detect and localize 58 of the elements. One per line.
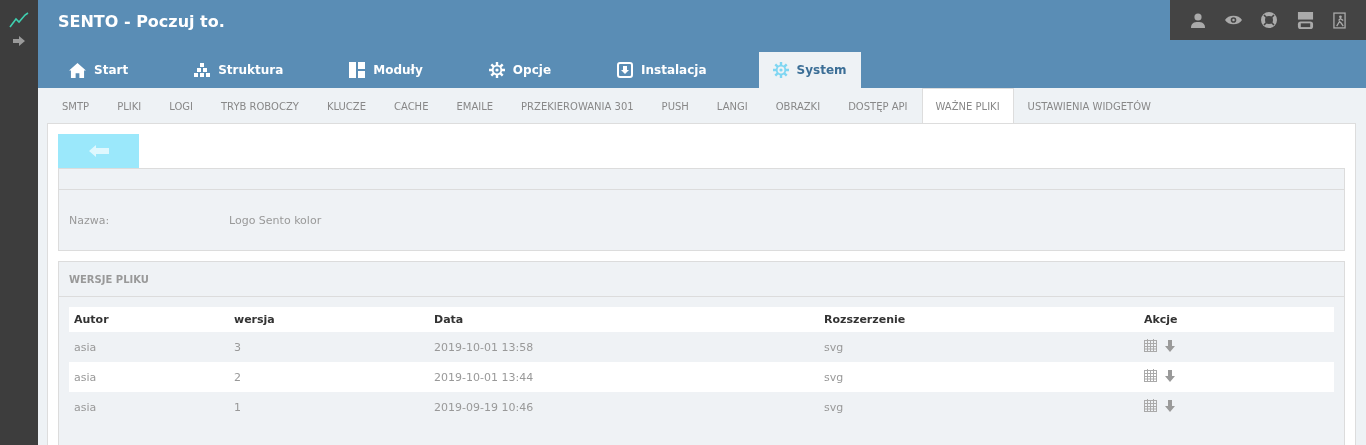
tab[interactable]: EMAILE — [442, 88, 508, 123]
arrow-left-icon — [88, 145, 109, 157]
column-header: Rozszerzenie — [819, 307, 1139, 332]
tab[interactable]: OBRAZKI — [761, 88, 835, 123]
calendar-icon[interactable] — [1144, 369, 1157, 382]
tab[interactable]: SMTP — [48, 88, 104, 123]
table-cell: 2019-10-01 13:58 — [429, 332, 819, 362]
download-icon[interactable] — [1165, 369, 1175, 382]
column-header: Data — [429, 307, 819, 332]
nav-tab[interactable]: Instalacja — [603, 52, 721, 88]
tab[interactable]: TRYB ROBOCZY — [207, 88, 313, 123]
tab[interactable]: WAŻNE PLIKI — [921, 88, 1014, 123]
download-icon[interactable] — [1165, 339, 1175, 352]
tab[interactable]: PLIKI — [103, 88, 156, 123]
gear-icon — [772, 62, 789, 78]
site-title: SENTO - Poczuj to. — [58, 12, 225, 31]
lifebuoy-icon[interactable] — [1261, 12, 1278, 28]
table-cell: asia — [69, 392, 229, 422]
eye-icon[interactable] — [1225, 14, 1243, 26]
home-icon — [69, 62, 86, 78]
user-icon[interactable] — [1189, 12, 1206, 28]
layout-icon — [349, 62, 366, 78]
column-header: Autor — [69, 307, 229, 332]
exit-icon[interactable] — [1333, 11, 1347, 29]
table-cell: asia — [69, 332, 229, 362]
column-header: Akcje — [1139, 307, 1334, 332]
tab[interactable]: DOSTĘP API — [834, 88, 922, 123]
nav-tab[interactable]: Moduły — [335, 52, 437, 88]
table-cell: 3 — [229, 332, 429, 362]
table-cell: asia — [69, 362, 229, 392]
download-icon[interactable] — [1165, 399, 1175, 412]
field-label: Nazwa: — [69, 213, 111, 227]
nav-tab[interactable]: Opcje — [474, 52, 565, 88]
field-value: Logo Sento kolor — [229, 213, 322, 227]
sitemap-icon — [194, 63, 211, 77]
tab[interactable]: CACHE — [380, 88, 443, 123]
nav-tab[interactable]: System — [758, 52, 861, 88]
table-cell: 2019-09-19 10:46 — [429, 392, 819, 422]
tab[interactable]: LOGI — [155, 88, 207, 123]
tab[interactable]: LANGI — [702, 88, 762, 123]
table-cell: 2019-10-01 13:44 — [429, 362, 819, 392]
table-cell: svg — [819, 392, 1139, 422]
tab[interactable]: KLUCZE — [312, 88, 380, 123]
tab[interactable]: USTAWIENIA WIDGETÓW — [1013, 88, 1165, 123]
nav-tab[interactable]: Struktura — [180, 52, 298, 88]
column-header: wersja — [229, 307, 429, 332]
tab[interactable]: PUSH — [647, 88, 703, 123]
table-cell: svg — [819, 362, 1139, 392]
gear-icon — [488, 62, 505, 78]
tab[interactable]: PRZEKIEROWANIA 301 — [507, 88, 648, 123]
nav-tab[interactable]: Start — [55, 52, 143, 88]
table-cell: 2 — [229, 362, 429, 392]
arrow-right-icon[interactable] — [13, 36, 25, 46]
table-cell: svg — [819, 332, 1139, 362]
chart-icon[interactable] — [9, 12, 29, 28]
download-box-icon — [617, 62, 633, 78]
section-title: WERSJE PLIKU — [69, 273, 149, 285]
table-cell: 1 — [229, 392, 429, 422]
